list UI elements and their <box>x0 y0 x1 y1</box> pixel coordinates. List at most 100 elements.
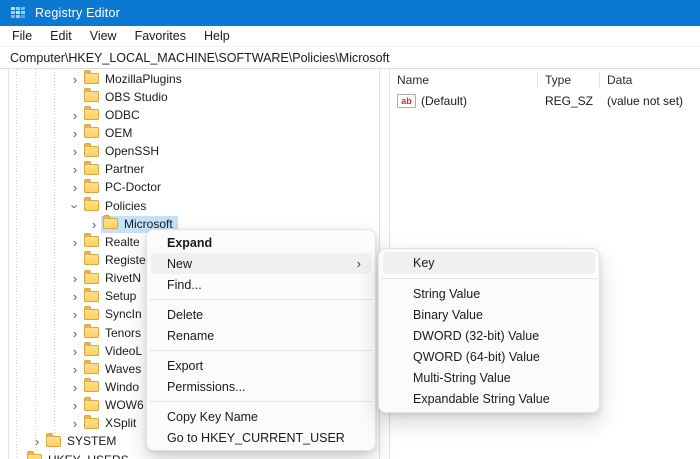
menu-item-multi-string-value[interactable]: Multi-String Value <box>383 367 595 388</box>
window-title: Registry Editor <box>35 6 120 20</box>
address-bar[interactable]: Computer\HKEY_LOCAL_MACHINE\SOFTWARE\Pol… <box>0 47 700 69</box>
menu-item-label: Delete <box>167 308 203 322</box>
menu-item-label: Copy Key Name <box>167 410 258 424</box>
menu-item-label: Key <box>413 256 435 270</box>
menu-separator <box>381 278 597 279</box>
menu-item-rename[interactable]: Rename <box>151 325 371 346</box>
chevron-right-icon[interactable] <box>68 108 82 123</box>
chevron-right-icon[interactable] <box>68 162 82 177</box>
tree-row-policies[interactable]: Policies <box>9 197 379 215</box>
folder-icon <box>84 109 99 120</box>
tree-label: MozillaPlugins <box>105 72 182 86</box>
menu-item-export[interactable]: Export <box>151 355 371 376</box>
tree-label: OpenSSH <box>105 144 159 158</box>
chevron-right-icon[interactable] <box>68 326 82 341</box>
chevron-right-icon[interactable] <box>68 180 82 195</box>
tree-row-odbc[interactable]: ODBC <box>9 106 379 124</box>
menubar-item-favorites[interactable]: Favorites <box>126 26 195 46</box>
tree-label: VideoL <box>105 344 142 358</box>
context-menu: Expand New › Find... Delete Rename Expor… <box>146 229 376 451</box>
tree-row-oem[interactable]: OEM <box>9 124 379 142</box>
chevron-right-icon[interactable] <box>68 362 82 377</box>
menu-item-label: Go to HKEY_CURRENT_USER <box>167 431 345 445</box>
chevron-right-icon[interactable] <box>11 453 25 459</box>
menubar-item-edit[interactable]: Edit <box>41 26 81 46</box>
chevron-right-icon[interactable] <box>68 307 82 322</box>
folder-icon <box>84 236 99 247</box>
tree-label: ODBC <box>105 108 140 122</box>
column-header-type[interactable]: Type <box>538 72 600 88</box>
chevron-right-icon[interactable] <box>68 289 82 304</box>
menu-item-label: Binary Value <box>413 308 483 322</box>
tree-label: WOW6 <box>105 398 144 412</box>
tree-label: Setup <box>105 289 136 303</box>
tree-row-obs-studio[interactable]: OBS Studio <box>9 88 379 106</box>
menu-item-copy-key-name[interactable]: Copy Key Name <box>151 406 371 427</box>
tree-label: Policies <box>105 199 146 213</box>
chevron-right-icon[interactable] <box>68 398 82 413</box>
tree-row-hkey-users[interactable]: HKEY_USERS <box>9 451 379 459</box>
menu-item-expand[interactable]: Expand <box>151 232 371 253</box>
folder-icon <box>84 291 99 302</box>
menubar-item-view[interactable]: View <box>81 26 126 46</box>
folder-icon <box>84 146 99 157</box>
menu-separator <box>149 350 373 351</box>
chevron-right-icon[interactable] <box>68 126 82 141</box>
menu-item-qword-64-bit-value[interactable]: QWORD (64-bit) Value <box>383 346 595 367</box>
registry-editor-window: Registry Editor FileEditViewFavoritesHel… <box>0 0 700 459</box>
menu-separator <box>149 401 373 402</box>
values-list: (Default)REG_SZ(value not set) <box>390 91 700 111</box>
folder-icon <box>84 254 99 265</box>
folder-icon <box>84 327 99 338</box>
menu-item-go-to-hkey-current-user[interactable]: Go to HKEY_CURRENT_USER <box>151 427 371 448</box>
menu-item-label: Expand <box>167 236 212 250</box>
chevron-right-icon[interactable] <box>68 416 82 431</box>
tree-label: OBS Studio <box>105 90 168 104</box>
menu-separator <box>149 299 373 300</box>
chevron-right-icon[interactable] <box>87 217 101 232</box>
menu-item-expandable-string-value[interactable]: Expandable String Value <box>383 388 595 409</box>
tree-label: SYSTEM <box>67 434 116 448</box>
menu-item-label: Permissions... <box>167 380 246 394</box>
menu-item-key[interactable]: Key <box>383 252 595 274</box>
tree-row-openssh[interactable]: OpenSSH <box>9 143 379 161</box>
folder-icon <box>84 127 99 138</box>
menubar-item-help[interactable]: Help <box>195 26 239 46</box>
menu-item-dword-32-bit-value[interactable]: DWORD (32-bit) Value <box>383 325 595 346</box>
chevron-right-icon[interactable] <box>68 344 82 359</box>
menu-item-new[interactable]: New › <box>151 253 371 274</box>
chevron-right-icon[interactable] <box>30 434 44 449</box>
menu-item-binary-value[interactable]: Binary Value <box>383 304 595 325</box>
tree-row-mozillaplugins[interactable]: MozillaPlugins <box>9 70 379 88</box>
folder-icon <box>84 400 99 411</box>
titlebar[interactable]: Registry Editor <box>0 0 700 26</box>
value-row[interactable]: (Default)REG_SZ(value not set) <box>390 91 700 111</box>
tree-label: SyncIn <box>105 307 142 321</box>
column-header-data[interactable]: Data <box>600 72 700 88</box>
folder-icon <box>84 309 99 320</box>
folder-icon <box>84 418 99 429</box>
chevron-right-icon[interactable] <box>68 72 82 87</box>
chevron-right-icon[interactable] <box>68 235 82 250</box>
tree-label: Realte <box>105 235 140 249</box>
menu-item-find-[interactable]: Find... <box>151 274 371 295</box>
folder-icon <box>84 363 99 374</box>
chevron-right-icon[interactable] <box>68 144 82 159</box>
chevron-down-icon[interactable] <box>68 199 83 213</box>
menu-item-label: String Value <box>413 287 480 301</box>
menu-item-string-value[interactable]: String Value <box>383 283 595 304</box>
tree-row-partner[interactable]: Partner <box>9 161 379 179</box>
menu-item-label: Find... <box>167 278 202 292</box>
menu-item-label: DWORD (32-bit) Value <box>413 329 539 343</box>
menubar-item-file[interactable]: File <box>3 26 41 46</box>
tree-label: Partner <box>105 162 144 176</box>
tree-label: XSplit <box>105 416 136 430</box>
menu-item-label: New <box>167 257 192 271</box>
chevron-right-icon[interactable] <box>68 271 82 286</box>
menu-item-permissions-[interactable]: Permissions... <box>151 376 371 397</box>
menu-item-label: Multi-String Value <box>413 371 511 385</box>
chevron-right-icon[interactable] <box>68 380 82 395</box>
menu-item-delete[interactable]: Delete <box>151 304 371 325</box>
column-header-name[interactable]: Name <box>390 72 538 88</box>
tree-row-pc-doctor[interactable]: PC-Doctor <box>9 179 379 197</box>
